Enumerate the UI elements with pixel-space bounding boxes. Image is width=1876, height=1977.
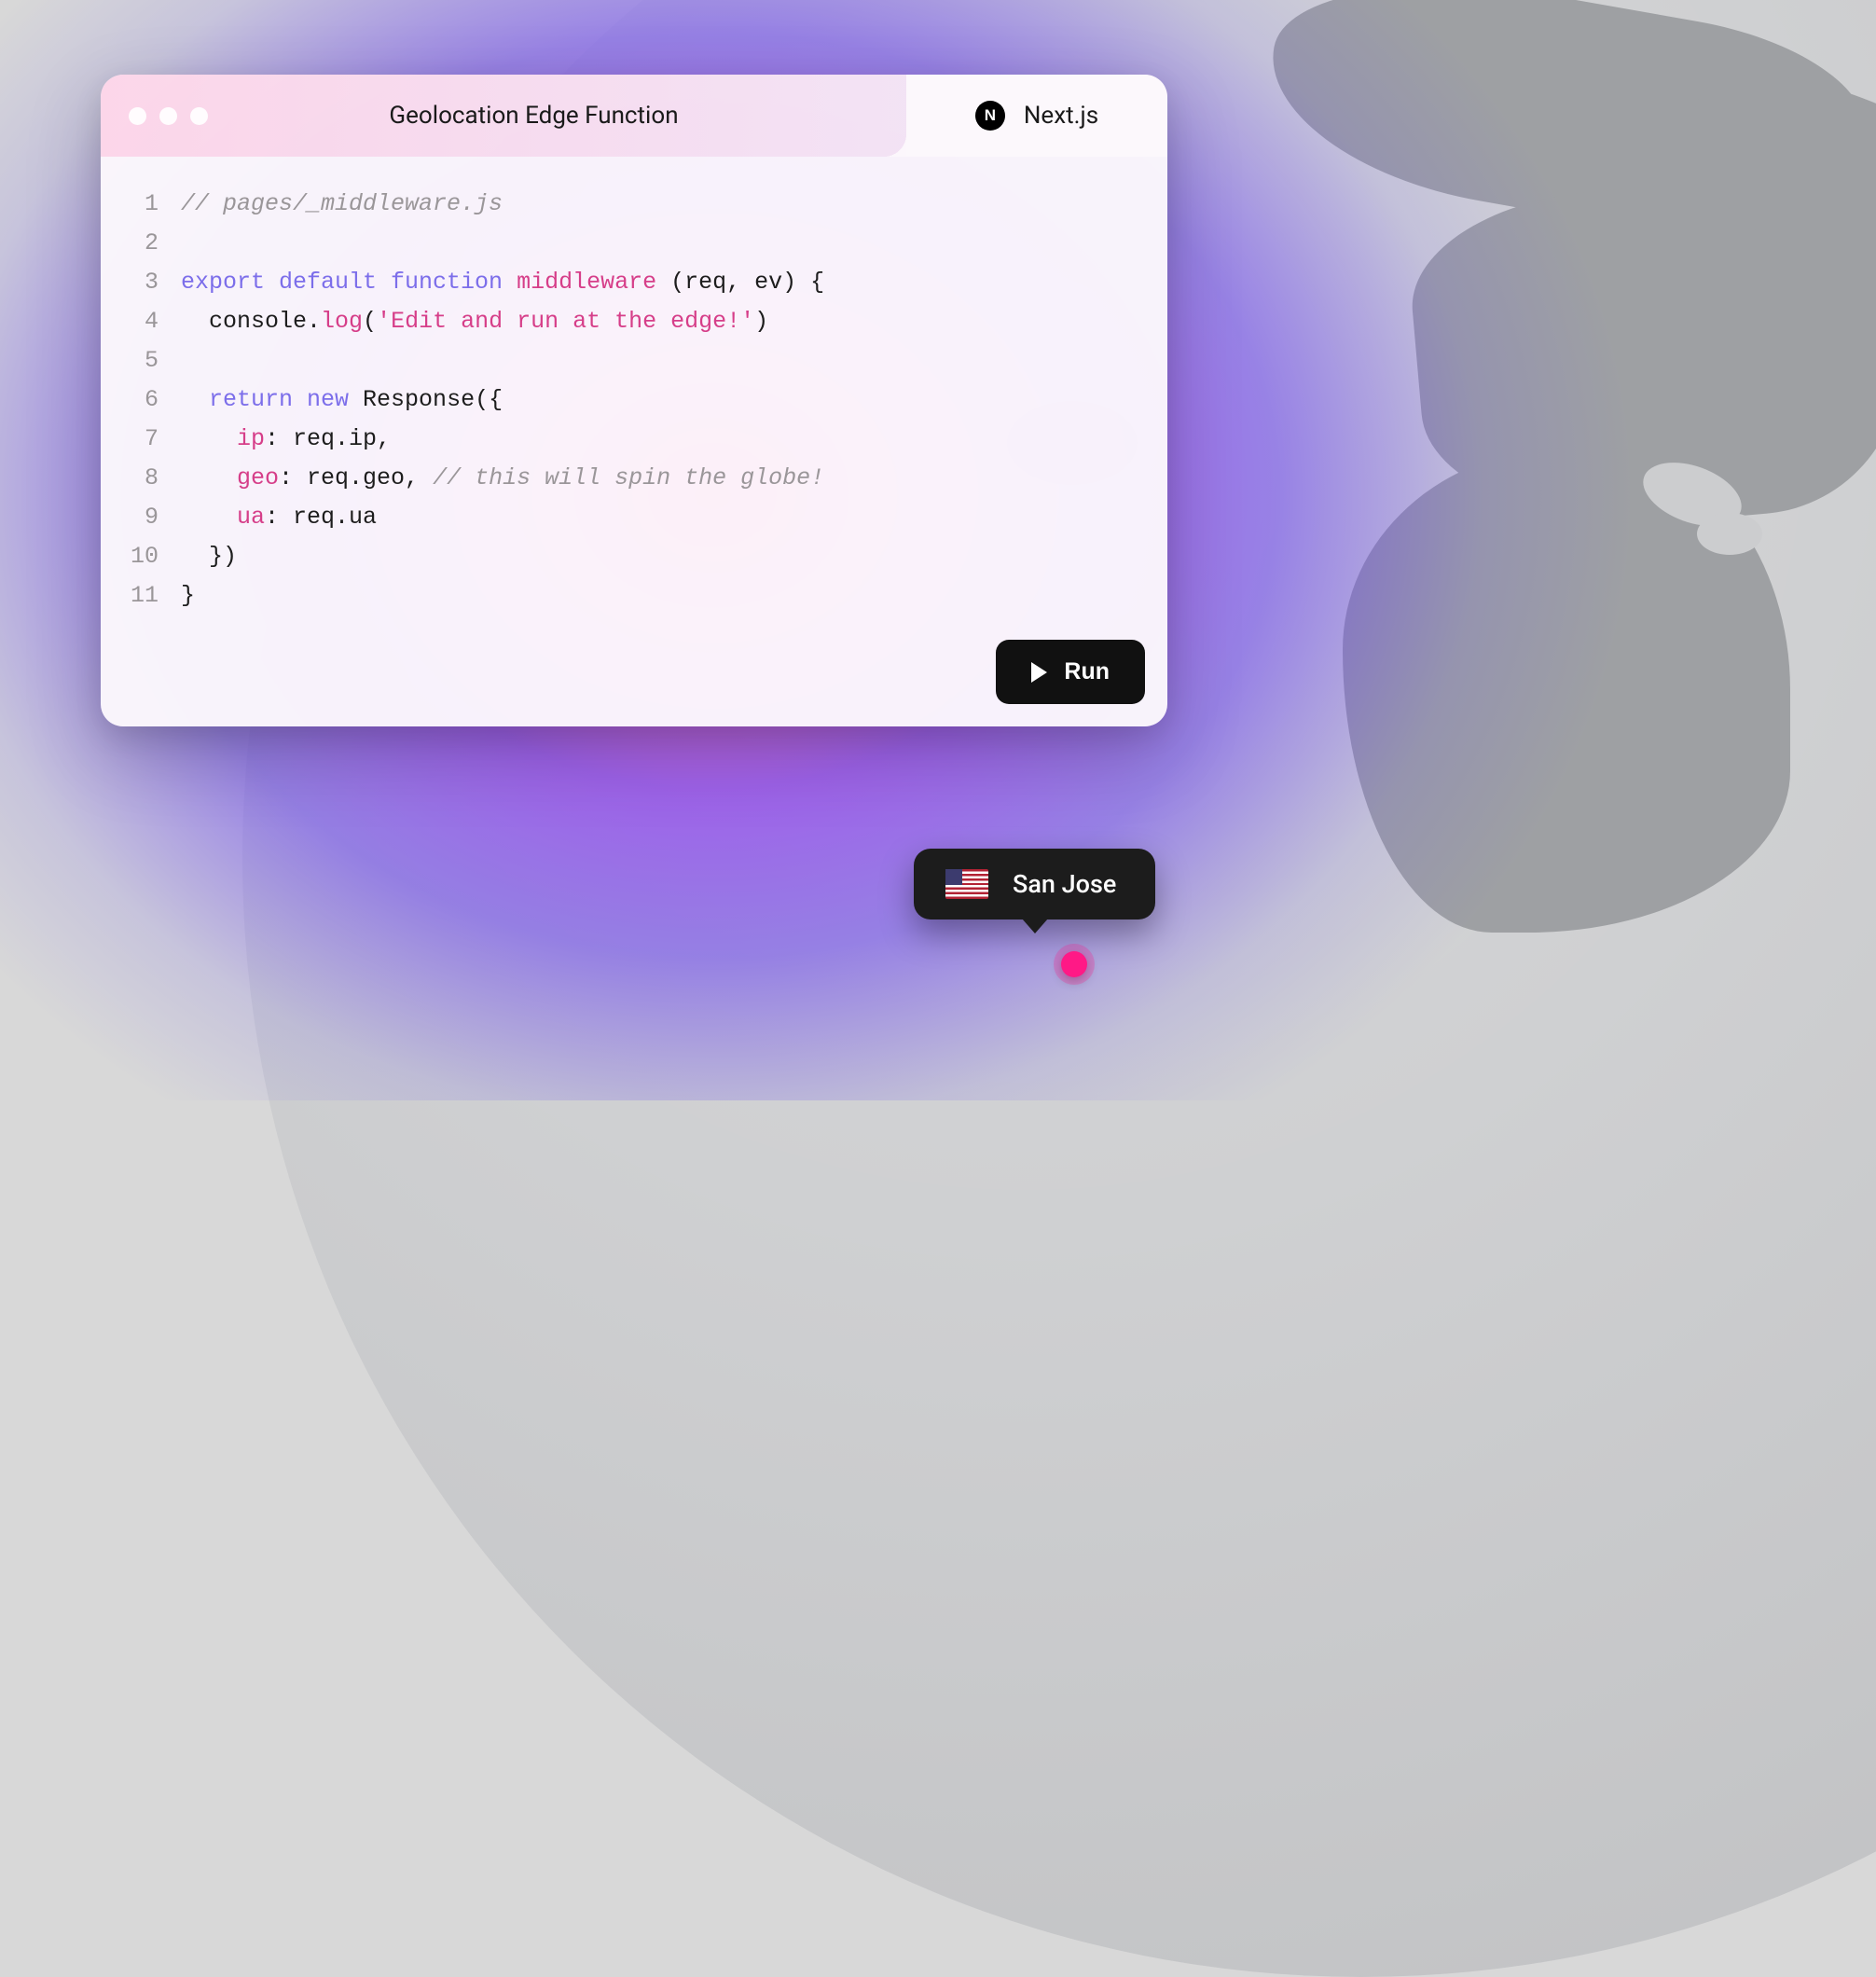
code-property: geo — [237, 464, 279, 491]
window-footer: Run — [101, 640, 1167, 726]
run-button[interactable]: Run — [996, 640, 1145, 704]
close-icon[interactable] — [129, 107, 146, 125]
framework-label: Next.js — [1024, 102, 1098, 130]
code-comment: // pages/_middleware.js — [181, 190, 503, 217]
code-property: ip — [237, 425, 265, 452]
code-keyword: export default function — [181, 269, 503, 296]
nextjs-logo-icon: N — [975, 101, 1005, 131]
location-tooltip: San Jose — [914, 849, 1155, 919]
maximize-icon[interactable] — [190, 107, 208, 125]
minimize-icon[interactable] — [159, 107, 177, 125]
code-content[interactable]: // pages/_middleware.js export default f… — [181, 185, 1147, 615]
code-property: ua — [237, 504, 265, 531]
code-text: (req, ev) { — [656, 269, 824, 296]
window-header: Geolocation Edge Function N Next.js — [101, 75, 1167, 157]
play-icon — [1031, 662, 1047, 683]
code-function: middleware — [503, 269, 656, 296]
code-text: console. — [181, 308, 321, 335]
location-marker-icon[interactable] — [1061, 951, 1087, 977]
code-string: 'Edit and run at the edge!' — [377, 308, 754, 335]
code-text — [181, 504, 237, 531]
code-text: : req.ua — [265, 504, 377, 531]
code-text: Response({ — [349, 386, 503, 413]
tab-active[interactable]: Geolocation Edge Function — [101, 75, 906, 157]
code-text: } — [181, 582, 195, 609]
flag-us-icon — [945, 869, 988, 899]
code-text — [181, 425, 237, 452]
run-button-label: Run — [1064, 658, 1110, 685]
code-keyword: return new — [209, 386, 349, 413]
line-number-gutter: 1234567891011 — [121, 185, 181, 615]
code-text: }) — [181, 543, 237, 570]
code-function: log — [321, 308, 363, 335]
code-text — [181, 386, 209, 413]
code-text: : req.ip, — [265, 425, 391, 452]
code-comment: // this will spin the globe! — [433, 464, 824, 491]
location-city-label: San Jose — [1013, 869, 1116, 899]
code-editor[interactable]: 1234567891011 // pages/_middleware.js ex… — [101, 157, 1167, 640]
window-title: Geolocation Edge Function — [208, 102, 906, 130]
code-text — [181, 464, 237, 491]
code-text: ( — [363, 308, 377, 335]
tab-framework[interactable]: N Next.js — [906, 75, 1167, 157]
traffic-lights — [129, 107, 208, 125]
code-editor-window: Geolocation Edge Function N Next.js 1234… — [101, 75, 1167, 726]
code-text: ) — [754, 308, 768, 335]
code-text: : req.geo, — [279, 464, 433, 491]
